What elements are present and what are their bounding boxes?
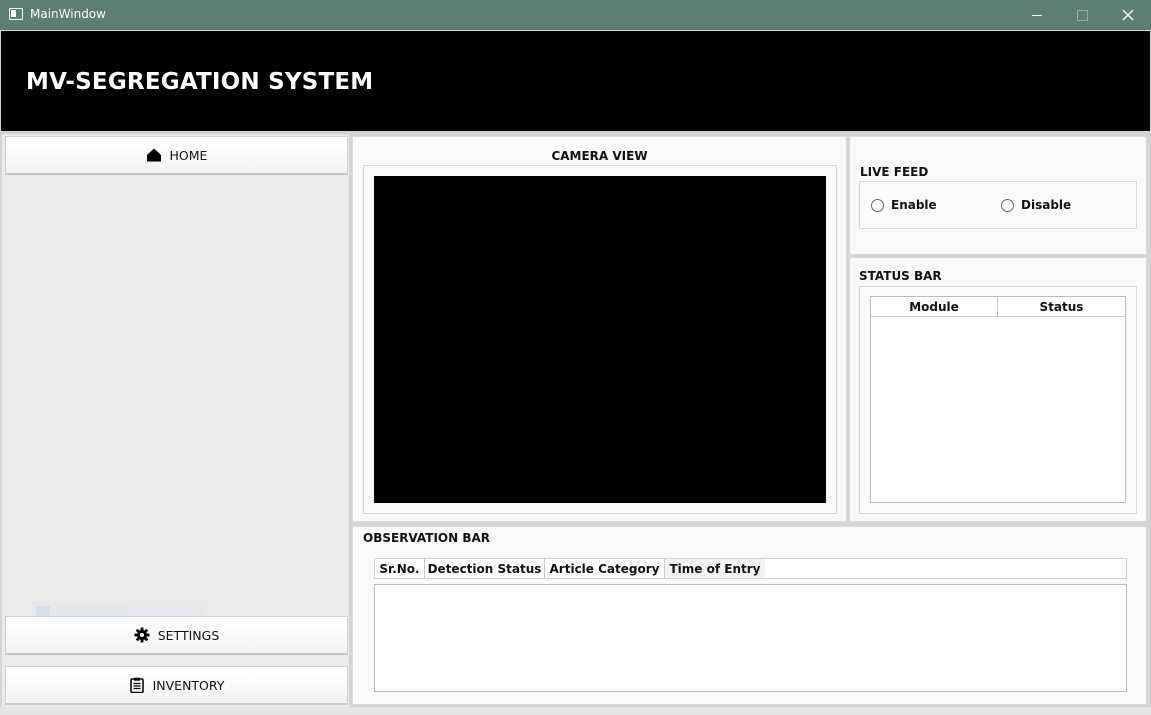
close-icon [1122,9,1134,21]
home-icon [146,148,161,162]
window-bottom-edge [0,707,1151,715]
app-icon [9,8,23,20]
minimize-button[interactable] [1014,0,1060,30]
status-table[interactable]: Module Status [870,296,1126,503]
settings-label: SETTINGS [157,627,220,643]
enable-radio-circle[interactable] [871,198,884,212]
column-header-module[interactable]: Module [871,297,998,316]
window-titlebar: MainWindow [0,0,1151,30]
live-feed-title: LIVE FEED [860,165,929,179]
observation-table-body[interactable] [374,584,1127,692]
column-header-sr-no[interactable]: Sr.No. [375,559,425,578]
camera-view-title: CAMERA VIEW [551,149,648,163]
column-header-detection-status[interactable]: Detection Status [425,559,545,578]
enable-radio-label: Enable [891,198,937,212]
observation-bar-title: OBSERVATION BAR [363,531,491,545]
disable-radio-label: Disable [1021,198,1072,212]
disable-radio-circle[interactable] [1001,198,1014,212]
disable-radio[interactable]: Disable [1001,198,1071,212]
close-button[interactable] [1105,0,1151,30]
gear-icon [134,627,150,643]
sidebar: HOME SETTINGS INVENTORY [2,134,349,707]
column-header-status[interactable]: Status [998,297,1125,316]
settings-button[interactable]: SETTINGS [5,616,348,655]
home-label: HOME [169,147,208,163]
column-header-time-of-entry[interactable]: Time of Entry [665,559,765,578]
enable-radio[interactable]: Enable [871,198,937,212]
app-title: MV-SEGREGATION SYSTEM [26,69,374,95]
camera-feed [374,176,826,503]
window-title: MainWindow [30,7,106,21]
status-bar-title: STATUS BAR [859,269,942,283]
clipboard-icon [129,677,144,693]
inventory-label: INVENTORY [152,677,225,693]
inventory-button[interactable]: INVENTORY [5,666,348,705]
home-button[interactable]: HOME [5,136,348,175]
maximize-button[interactable] [1059,0,1105,30]
status-table-header: Module Status [871,297,1125,317]
observation-table-header: Sr.No. Detection Status Article Category… [374,558,1127,579]
app-header: MV-SEGREGATION SYSTEM [1,31,1150,131]
column-header-article-category[interactable]: Article Category [545,559,665,578]
